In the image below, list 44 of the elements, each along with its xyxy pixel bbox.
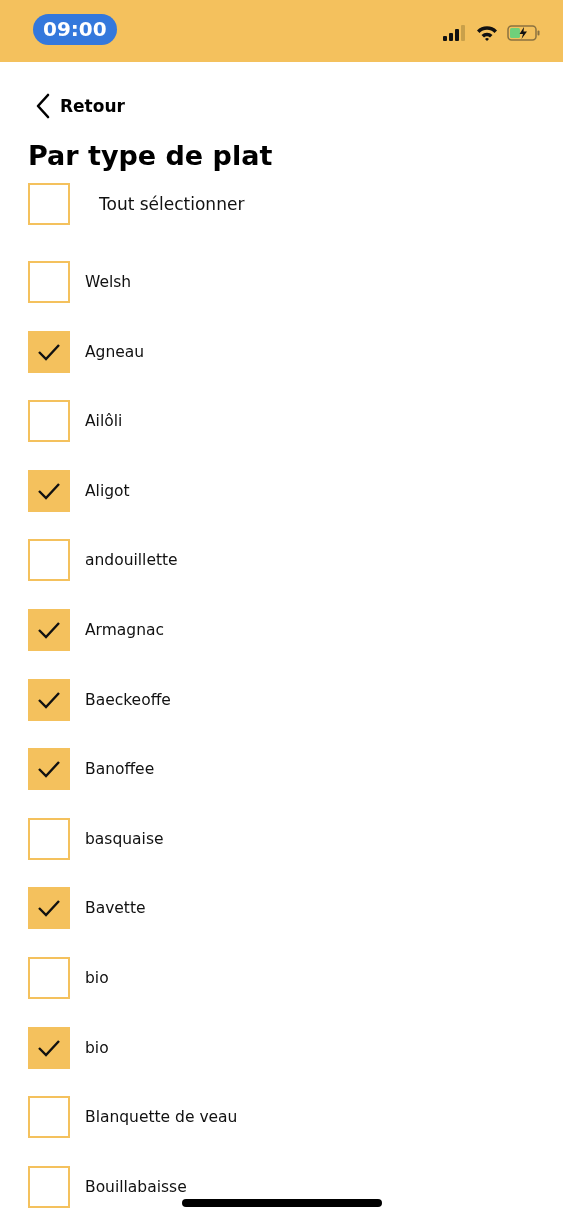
wifi-icon: [476, 25, 498, 41]
dish-type-label: Armagnac: [85, 619, 164, 640]
checkbox[interactable]: [28, 956, 70, 999]
chevron-left-icon: [36, 93, 50, 119]
dish-type-label: Ailôli: [85, 411, 123, 432]
check-icon: [37, 760, 61, 779]
dish-type-label: Blanquette de veau: [85, 1107, 238, 1128]
select-all-label: Tout sélectionner: [99, 194, 245, 214]
checkbox[interactable]: [28, 261, 70, 303]
checkbox[interactable]: [28, 678, 70, 721]
check-icon: [37, 1038, 61, 1057]
dish-type-label: bio: [85, 1037, 109, 1058]
dish-type-label: Baeckeoffe: [85, 689, 171, 710]
checkbox[interactable]: [28, 817, 70, 860]
checkbox[interactable]: [28, 1026, 70, 1069]
checkbox[interactable]: [28, 539, 70, 582]
check-icon: [37, 481, 61, 500]
check-icon: [37, 690, 61, 709]
battery-charging-icon: [507, 25, 541, 41]
checkbox[interactable]: [28, 748, 70, 791]
check-icon: [37, 899, 61, 918]
checkbox[interactable]: [28, 400, 70, 443]
status-time: 09:00: [33, 13, 117, 45]
dish-type-label: Welsh: [85, 272, 132, 292]
checkbox[interactable]: [28, 608, 70, 651]
dish-type-label: Banoffee: [85, 759, 155, 780]
check-icon: [37, 342, 61, 361]
checkbox[interactable]: [28, 469, 70, 512]
checkbox[interactable]: [28, 183, 70, 225]
dish-type-label: Bouillabaisse: [85, 1176, 187, 1197]
signal-icon: [443, 25, 467, 41]
dish-type-label: Bavette: [85, 898, 146, 919]
dish-type-label: andouillette: [85, 550, 178, 571]
checkbox[interactable]: [28, 1096, 70, 1139]
dish-type-label: bio: [85, 967, 109, 988]
check-icon: [37, 620, 61, 639]
back-button[interactable]: Retour: [36, 93, 125, 119]
page-title: Par type de plat: [28, 139, 274, 173]
checkbox[interactable]: [28, 887, 70, 930]
checkbox[interactable]: [28, 330, 70, 373]
dish-type-label: basquaise: [85, 828, 164, 849]
checkbox[interactable]: [28, 1165, 70, 1208]
dish-type-label: Aligot: [85, 480, 130, 501]
dish-type-label: Agneau: [85, 341, 145, 362]
